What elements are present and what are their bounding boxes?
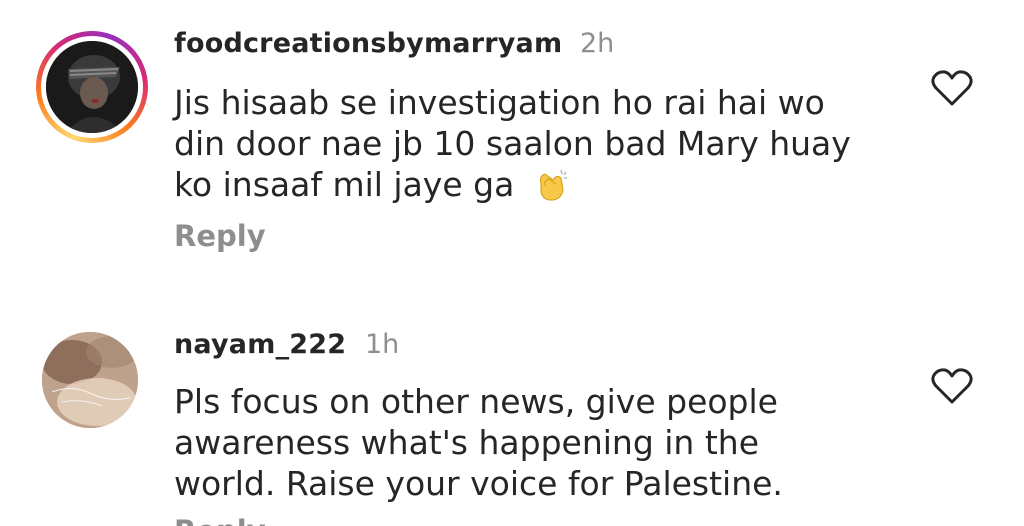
avatar[interactable] xyxy=(36,31,148,143)
reply-button[interactable]: Reply xyxy=(174,219,266,253)
comment-text-line: Jis hisaab se investigation ho rai hai w… xyxy=(174,83,825,122)
comment-text-line: awareness what's happening in the xyxy=(174,423,759,462)
comment-username[interactable]: foodcreationsbymarryam xyxy=(174,28,562,59)
comments-list: foodcreationsbymarryam 2h Jis hisaab se … xyxy=(0,0,1024,526)
comment-timestamp: 2h xyxy=(580,28,615,59)
avatar-image xyxy=(46,41,138,133)
reply-button[interactable]: Reply xyxy=(174,514,266,526)
like-heart-icon[interactable] xyxy=(930,68,974,108)
avatar[interactable] xyxy=(42,332,138,428)
comment-text-line: Pls focus on other news, give people xyxy=(174,382,778,421)
comment-item: nayam_222 1h Pls focus on other news, gi… xyxy=(0,300,1024,526)
comment-text-line: ko insaaf mil jaye ga xyxy=(174,165,515,204)
comment-text-line-with-emoji: ko insaaf mil jaye ga xyxy=(174,164,571,205)
comment-item: foodcreationsbymarryam 2h Jis hisaab se … xyxy=(0,0,1024,300)
comment-text-line: din door nae jb 10 saalon bad Mary huay xyxy=(174,124,851,163)
comment-username[interactable]: nayam_222 xyxy=(174,329,346,360)
comment-timestamp: 1h xyxy=(365,329,400,360)
like-heart-icon[interactable] xyxy=(930,366,974,406)
clapping-hands-icon xyxy=(531,166,571,202)
comment-text-line: world. Raise your voice for Palestine. xyxy=(174,464,783,503)
